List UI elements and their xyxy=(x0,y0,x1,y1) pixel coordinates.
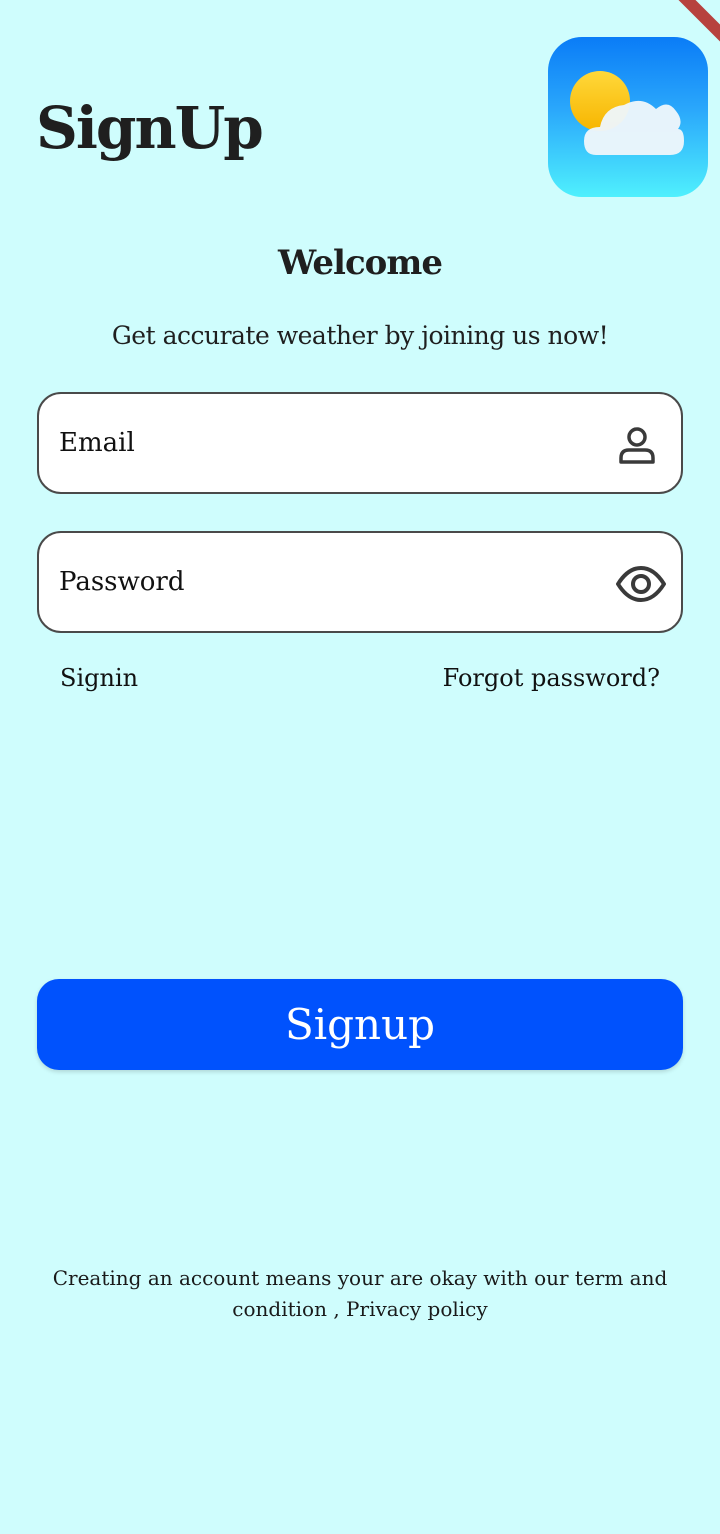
signin-link[interactable]: Signin xyxy=(60,660,138,696)
forgot-password-link[interactable]: Forgot password? xyxy=(443,660,660,696)
app-logo xyxy=(548,37,708,197)
eye-icon[interactable] xyxy=(615,558,667,610)
email-input[interactable] xyxy=(59,394,599,492)
password-input[interactable] xyxy=(59,533,599,631)
signup-button[interactable]: Signup xyxy=(37,979,683,1070)
terms-text: Creating an account means your are okay … xyxy=(52,1266,668,1321)
password-field xyxy=(37,531,683,633)
person-icon xyxy=(611,419,663,471)
page-title: SignUp xyxy=(36,94,264,162)
subtitle: Get accurate weather by joining us now! xyxy=(111,321,609,350)
weather-sun-cloud-icon xyxy=(570,71,684,155)
email-field xyxy=(37,392,683,494)
welcome-heading: Welcome xyxy=(278,243,443,283)
